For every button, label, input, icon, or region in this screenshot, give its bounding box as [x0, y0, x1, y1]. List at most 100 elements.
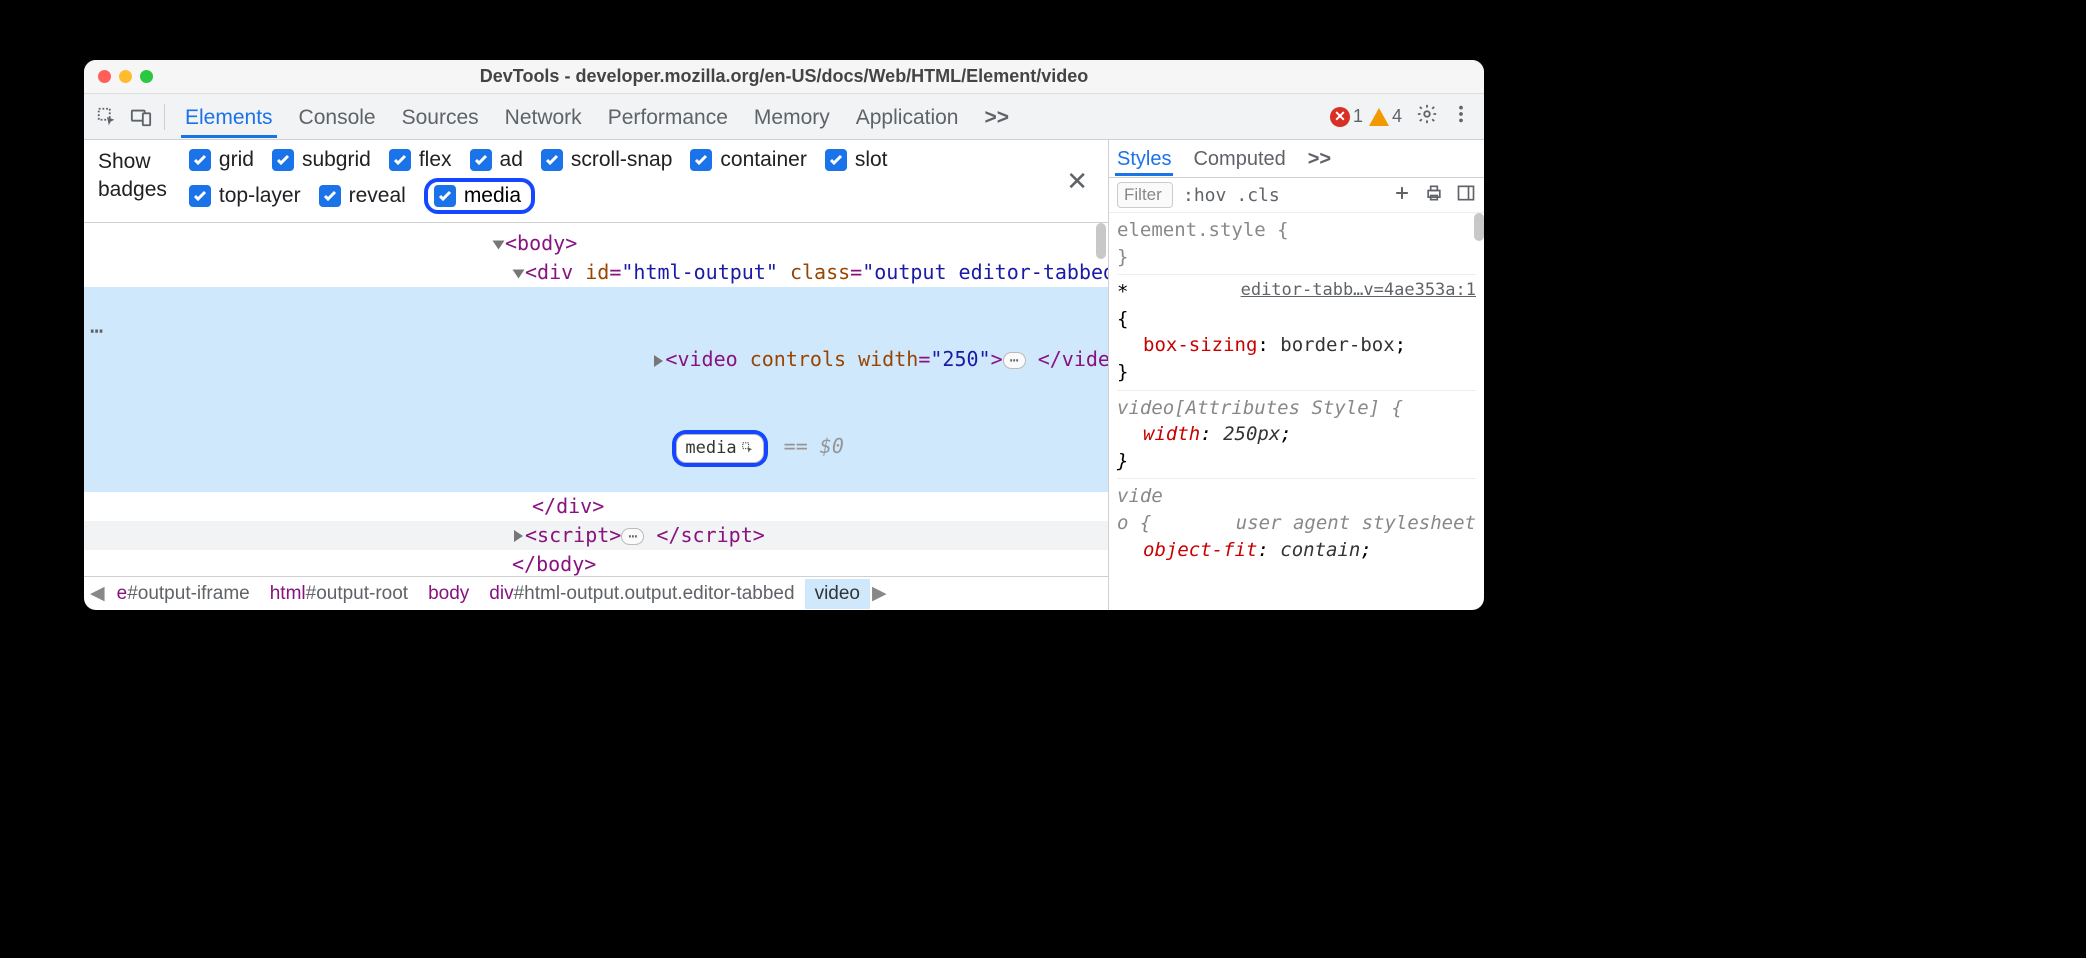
crumb-body[interactable]: body	[418, 579, 479, 609]
badge-subgrid[interactable]: subgrid	[272, 148, 371, 172]
tab-application[interactable]: Application	[852, 96, 963, 138]
badge-grid[interactable]: grid	[189, 148, 254, 172]
rule-source-link[interactable]: editor-tabb…v=4ae353a:1	[1241, 279, 1476, 303]
styles-panel: Styles Computed >> Filter :hov .cls elem…	[1109, 140, 1484, 610]
badges-label-2: badges	[98, 176, 167, 204]
badge-container[interactable]: container	[690, 148, 806, 172]
tab-network[interactable]: Network	[501, 96, 586, 138]
warnings-indicator[interactable]: 4	[1369, 106, 1402, 127]
scrollbar-thumb[interactable]	[1474, 213, 1484, 241]
rule-close: }	[1117, 448, 1476, 475]
checkbox-icon	[189, 185, 211, 207]
crumb-html[interactable]: html#output-root	[260, 579, 418, 609]
inspect-element-icon[interactable]	[92, 102, 122, 132]
rule-selector: *	[1117, 281, 1128, 303]
close-badges-icon[interactable]: ✕	[1060, 166, 1094, 197]
styles-tabs: Styles Computed >>	[1109, 140, 1484, 178]
dom-line[interactable]: <div id="html-output" class="output edit…	[84, 258, 1108, 287]
tab-performance[interactable]: Performance	[604, 96, 732, 138]
badges-label: Show badges	[98, 148, 167, 205]
css-property[interactable]: object-fit	[1143, 539, 1257, 561]
badge-flex[interactable]: flex	[389, 148, 452, 172]
crumb-div[interactable]: div#html-output.output.editor-tabbed	[479, 579, 804, 609]
badge-scroll-snap[interactable]: scroll-snap	[541, 148, 673, 172]
hov-toggle[interactable]: :hov	[1183, 185, 1226, 206]
status-group: ✕ 1 4	[1330, 106, 1402, 127]
crumb-video[interactable]: video	[805, 579, 870, 609]
traffic-lights	[98, 70, 153, 83]
dom-media-pill-line[interactable]: media == $0	[84, 403, 1108, 492]
warning-icon	[1369, 108, 1389, 126]
zoom-window-button[interactable]	[140, 70, 153, 83]
dom-tree[interactable]: <body> <div id="html-output" class="outp…	[84, 223, 1108, 576]
warning-count: 4	[1392, 106, 1402, 127]
css-property[interactable]: width	[1143, 423, 1200, 445]
dom-line[interactable]: </div>	[84, 492, 1108, 521]
checkbox-icon	[272, 149, 294, 171]
tab-console[interactable]: Console	[295, 96, 380, 138]
checkbox-icon	[434, 185, 456, 207]
devtools-window: DevTools - developer.mozilla.org/en-US/d…	[84, 60, 1484, 610]
css-value[interactable]: border-box	[1280, 334, 1394, 356]
css-value[interactable]: 250px	[1223, 423, 1280, 445]
badges-label-1: Show	[98, 148, 167, 176]
tab-memory[interactable]: Memory	[750, 96, 834, 138]
tab-computed[interactable]: Computed	[1191, 141, 1287, 176]
new-style-rule-icon[interactable]	[1392, 183, 1412, 208]
rule-close: }	[1117, 246, 1128, 268]
panel-tabs: Elements Console Sources Network Perform…	[181, 96, 1013, 138]
dom-line[interactable]: <body>	[84, 229, 1108, 258]
rule-selector: video[Attributes Style] {	[1117, 397, 1403, 419]
checkbox-icon	[690, 149, 712, 171]
badges-bar: Show badges grid subgrid flex ad scroll-…	[84, 140, 1108, 223]
device-toolbar-icon[interactable]	[126, 102, 156, 132]
scrollbar-thumb[interactable]	[1096, 223, 1106, 259]
dom-selected-line[interactable]: ⋯ <video controls width="250">⋯ </video>	[84, 287, 1108, 403]
main-toolbar: Elements Console Sources Network Perform…	[84, 94, 1484, 140]
ellipsis-icon[interactable]: ⋯	[90, 316, 103, 348]
css-value[interactable]: contain	[1280, 539, 1360, 561]
rule-brace: {	[1117, 308, 1128, 330]
cls-toggle[interactable]: .cls	[1236, 185, 1279, 206]
styles-filter-input[interactable]: Filter	[1117, 182, 1173, 208]
tab-sources[interactable]: Sources	[398, 96, 483, 138]
close-window-button[interactable]	[98, 70, 111, 83]
elements-panel: Show badges grid subgrid flex ad scroll-…	[84, 140, 1109, 610]
crumb-prev-icon[interactable]: ◀	[88, 582, 107, 605]
badge-top-layer[interactable]: top-layer	[189, 184, 301, 208]
media-badge-pill[interactable]: media	[676, 434, 763, 463]
crumb-next-icon[interactable]: ▶	[870, 582, 889, 605]
toolbar-divider	[164, 104, 165, 130]
tabs-overflow-icon[interactable]: >>	[980, 96, 1013, 138]
badge-ad[interactable]: ad	[470, 148, 523, 172]
badges-grid: grid subgrid flex ad scroll-snap contain…	[189, 148, 1009, 214]
css-property[interactable]: box-sizing	[1143, 334, 1257, 356]
window-title: DevTools - developer.mozilla.org/en-US/d…	[84, 66, 1484, 87]
crumb-iframe[interactable]: e#output-iframe	[107, 579, 260, 609]
print-media-icon[interactable]	[1424, 183, 1444, 208]
settings-icon[interactable]	[1412, 103, 1442, 131]
badge-slot[interactable]: slot	[825, 148, 888, 172]
body-row: Show badges grid subgrid flex ad scroll-…	[84, 140, 1484, 610]
checkbox-icon	[541, 149, 563, 171]
error-icon: ✕	[1330, 107, 1350, 127]
tab-styles[interactable]: Styles	[1115, 141, 1173, 176]
titlebar: DevTools - developer.mozilla.org/en-US/d…	[84, 60, 1484, 94]
tab-elements[interactable]: Elements	[181, 96, 277, 138]
rule-source: user agent stylesheet	[1236, 510, 1476, 537]
badge-reveal[interactable]: reveal	[319, 184, 406, 208]
checkbox-icon	[825, 149, 847, 171]
sidebar-toggle-icon[interactable]	[1456, 183, 1476, 208]
styles-toolbar: Filter :hov .cls	[1109, 178, 1484, 213]
errors-indicator[interactable]: ✕ 1	[1330, 106, 1363, 127]
dom-line[interactable]: <script>⋯ </script>	[84, 521, 1108, 550]
rule-selector: element.style {	[1117, 219, 1289, 241]
badge-media-highlighted[interactable]: media	[424, 178, 535, 214]
styles-body[interactable]: element.style { } * editor-tabb…v=4ae353…	[1109, 213, 1484, 610]
checkbox-icon	[389, 149, 411, 171]
dom-line[interactable]: </body>	[84, 550, 1108, 576]
rule-selector: video {	[1117, 485, 1163, 534]
more-menu-icon[interactable]	[1446, 103, 1476, 131]
minimize-window-button[interactable]	[119, 70, 132, 83]
styles-tabs-overflow-icon[interactable]: >>	[1306, 141, 1333, 176]
